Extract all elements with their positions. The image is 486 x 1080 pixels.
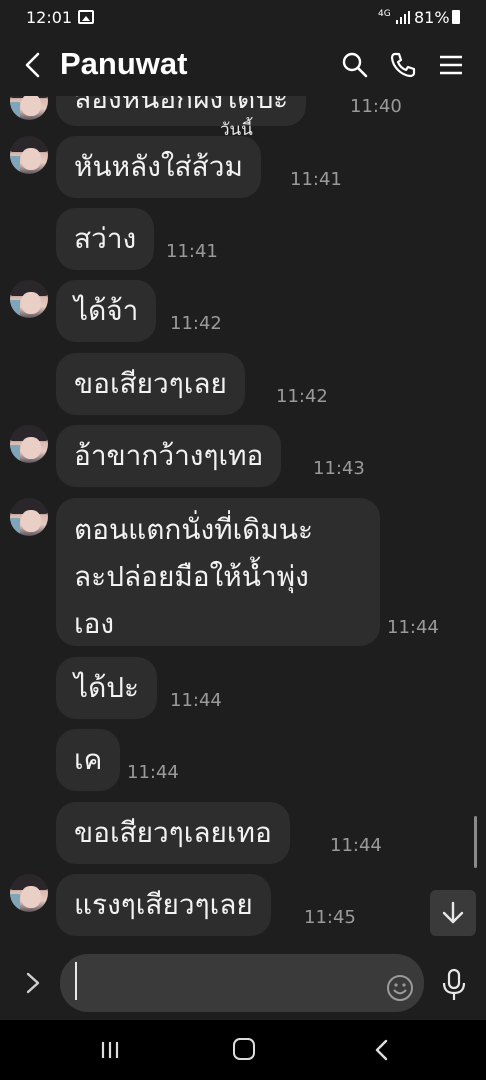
message-bubble[interactable]: ตอนแตกนั่งที่เดิมนะ ละปล่อยมือให้น้ำพุ่ง…	[56, 498, 380, 646]
message-text: อ้าขากว้างๆเทอ	[56, 425, 282, 487]
emoji-icon[interactable]	[386, 974, 414, 1002]
menu-icon[interactable]	[437, 51, 465, 79]
message-time: 11:44	[387, 617, 439, 638]
message-bubble[interactable]: ขอเสียวๆเลย	[56, 353, 245, 415]
phone-icon[interactable]	[389, 51, 417, 79]
chevron-left-icon[interactable]	[22, 52, 46, 78]
message-time: 11:44	[170, 690, 222, 711]
message-bubble[interactable]: ได้จ้า	[56, 280, 157, 342]
avatar[interactable]	[10, 136, 48, 174]
message-line: ละปล่อยมือให้น้ำพุ่ง	[74, 560, 309, 593]
composer	[0, 944, 486, 1020]
message-text: สว่าง	[56, 208, 155, 270]
arrow-down-icon	[442, 901, 464, 924]
battery-icon	[452, 10, 460, 24]
message-time: 11:41	[166, 241, 218, 262]
chat-header: Panuwat	[0, 34, 486, 96]
status-time: 12:01	[26, 8, 73, 27]
message-line: ตอนแตกนั่งที่เดิมนะ	[74, 513, 313, 546]
message-text: เค	[56, 729, 121, 791]
microphone-icon[interactable]	[438, 968, 470, 1002]
gallery-notification-icon	[78, 10, 94, 24]
chevron-right-icon[interactable]	[22, 971, 44, 995]
avatar[interactable]	[10, 498, 48, 536]
message-text: ได้ปะ	[56, 657, 158, 719]
message-list[interactable]: ลองหันอีกฝั่งได้ปะ 11:40 วันนี้ หันหลังใ…	[0, 96, 486, 944]
scrollbar[interactable]	[474, 816, 477, 868]
recent-apps-icon[interactable]	[100, 1040, 120, 1060]
contact-name: Panuwat	[60, 46, 188, 81]
avatar[interactable]	[10, 96, 48, 120]
message-time: 11:40	[350, 96, 402, 117]
back-icon[interactable]	[372, 1038, 390, 1062]
message-text: ขอเสียวๆเลย	[56, 353, 245, 415]
message-time: 11:44	[127, 762, 179, 783]
home-icon[interactable]	[233, 1038, 255, 1060]
message-text: หันหลังใส่ส้วม	[56, 136, 261, 198]
message-time: 11:43	[313, 458, 365, 479]
status-bar: 12:01 4G 81%	[0, 0, 486, 34]
message-bubble[interactable]: อ้าขากว้างๆเทอ	[56, 425, 282, 487]
message-text: ได้จ้า	[56, 280, 157, 342]
message-text: แรงๆเสียวๆเลย	[56, 874, 271, 936]
message-time: 11:42	[170, 313, 222, 334]
message-text: ตอนแตกนั่งที่เดิมนะ ละปล่อยมือให้น้ำพุ่ง…	[56, 498, 380, 646]
message-bubble[interactable]: หันหลังใส่ส้วม	[56, 136, 261, 198]
system-navigation-bar	[0, 1020, 486, 1080]
network-type: 4G	[378, 9, 391, 19]
message-time: 11:42	[276, 386, 328, 407]
message-time: 11:45	[304, 907, 356, 928]
message-bubble[interactable]: ลองหันอีกฝั่งได้ปะ	[56, 96, 307, 126]
text-cursor	[75, 962, 77, 1000]
scroll-to-bottom-button[interactable]	[430, 890, 476, 936]
message-text: ลองหันอีกฝั่งได้ปะ	[56, 96, 307, 126]
message-text: ขอเสียวๆเลยเทอ	[56, 802, 290, 864]
search-icon[interactable]	[341, 51, 369, 79]
message-bubble[interactable]: สว่าง	[56, 208, 155, 270]
message-bubble[interactable]: ขอเสียวๆเลยเทอ	[56, 802, 290, 864]
message-time: 11:44	[330, 835, 382, 856]
message-input[interactable]	[60, 954, 424, 1012]
avatar[interactable]	[10, 280, 48, 318]
message-bubble[interactable]: ได้ปะ	[56, 657, 158, 719]
avatar[interactable]	[10, 874, 48, 912]
signal-icon	[396, 11, 410, 24]
avatar[interactable]	[10, 425, 48, 463]
message-bubble[interactable]: เค	[56, 729, 121, 791]
message-time: 11:41	[290, 169, 342, 190]
battery-percent: 81%	[414, 8, 450, 27]
message-bubble[interactable]: แรงๆเสียวๆเลย	[56, 874, 271, 936]
message-line: เอง	[74, 607, 115, 640]
